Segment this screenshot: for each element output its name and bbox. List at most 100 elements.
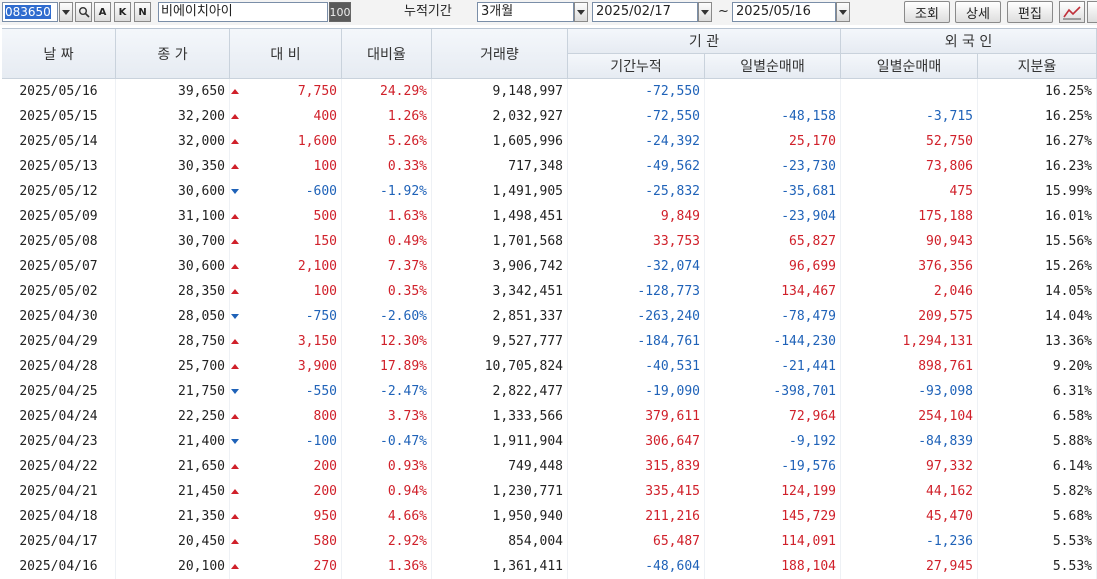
more-button[interactable]: [1087, 1, 1097, 23]
close-cell: 21,350: [116, 504, 230, 529]
rate-cell: 4.66%: [342, 504, 432, 529]
date-cell: 2025/05/02: [2, 279, 116, 304]
rate-cell: -2.60%: [342, 304, 432, 329]
foreign-net-cell: 1,294,131: [841, 329, 978, 354]
table-row[interactable]: 2025/04/28 25,700 3,900 17.89% 10,705,824 -40…: [2, 354, 1097, 379]
header-foreign-ownership[interactable]: 지분율: [978, 54, 1097, 79]
date-cell: 2025/05/15: [2, 104, 116, 129]
header-foreign-net[interactable]: 일별순매매: [841, 54, 978, 79]
table-row[interactable]: 2025/05/16 39,650 7,750 24.29% 9,148,997 -72,…: [2, 79, 1097, 104]
foreign-ownership-cell: 14.05%: [978, 279, 1097, 304]
end-date-input[interactable]: 2025/05/16: [732, 2, 836, 22]
quantity-button[interactable]: 100: [329, 2, 351, 22]
header-inst-net[interactable]: 일별순매매: [705, 54, 841, 79]
rate-cell: -0.47%: [342, 429, 432, 454]
table-row[interactable]: 2025/04/21 21,450 200 0.94% 1,230,771 335,415…: [2, 479, 1097, 504]
volume-cell: 1,230,771: [432, 479, 568, 504]
close-cell: 30,600: [116, 254, 230, 279]
n-button[interactable]: N: [134, 2, 151, 22]
table-row[interactable]: 2025/04/17 20,450 580 2.92% 854,004 65,487 114…: [2, 529, 1097, 554]
detail-button[interactable]: 상세: [955, 1, 1001, 23]
inst-net-cell: -144,230: [705, 329, 841, 354]
volume-cell: 1,950,940: [432, 504, 568, 529]
foreign-ownership-cell: 15.56%: [978, 229, 1097, 254]
query-button[interactable]: 조회: [904, 1, 950, 23]
stock-name-field[interactable]: 비에이치아이: [158, 2, 328, 22]
date-range-separator: ~: [718, 4, 729, 19]
date-cell: 2025/04/16: [2, 554, 116, 579]
table-row[interactable]: 2025/05/07 30,600 2,100 7.37% 3,906,742 -32,0…: [2, 254, 1097, 279]
inst-net-cell: -78,479: [705, 304, 841, 329]
k-button[interactable]: K: [114, 2, 131, 22]
period-dropdown-button[interactable]: [574, 2, 588, 22]
date-cell: 2025/04/22: [2, 454, 116, 479]
table-row[interactable]: 2025/05/09 31,100 500 1.63% 1,498,451 9,849 -2…: [2, 204, 1097, 229]
table-row[interactable]: 2025/04/22 21,650 200 0.93% 749,448 315,839 -1…: [2, 454, 1097, 479]
period-select[interactable]: 3개월: [477, 2, 574, 22]
table-row[interactable]: 2025/04/16 20,100 270 1.36% 1,361,411 -48,604…: [2, 554, 1097, 579]
rate-cell: 1.36%: [342, 554, 432, 579]
table-row[interactable]: 2025/05/02 28,350 100 0.35% 3,342,451 -128,77…: [2, 279, 1097, 304]
close-cell: 20,100: [116, 554, 230, 579]
inst-net-cell: -48,158: [705, 104, 841, 129]
foreign-net-cell: 97,332: [841, 454, 978, 479]
rate-cell: 0.33%: [342, 154, 432, 179]
foreign-net-cell: 254,104: [841, 404, 978, 429]
foreign-ownership-cell: 5.88%: [978, 429, 1097, 454]
inst-cumulative-cell: 306,647: [568, 429, 705, 454]
change-cell: 200: [230, 454, 342, 479]
table-row[interactable]: 2025/04/30 28,050 -750 -2.60% 2,851,337 -263,…: [2, 304, 1097, 329]
end-date-dropdown-button[interactable]: [836, 2, 850, 22]
header-close[interactable]: 종 가: [116, 29, 230, 79]
start-date-dropdown-button[interactable]: [698, 2, 712, 22]
foreign-net-cell: -84,839: [841, 429, 978, 454]
close-cell: 21,650: [116, 454, 230, 479]
table-row[interactable]: 2025/04/29 28,750 3,150 12.30% 9,527,777 -184…: [2, 329, 1097, 354]
start-date-input[interactable]: 2025/02/17: [592, 2, 698, 22]
foreign-ownership-cell: 16.23%: [978, 154, 1097, 179]
chart-button[interactable]: [1059, 1, 1085, 23]
table-row[interactable]: 2025/05/08 30,700 150 0.49% 1,701,568 33,753 6…: [2, 229, 1097, 254]
foreign-net-cell: 45,470: [841, 504, 978, 529]
line-chart-icon: [1063, 6, 1081, 20]
rate-cell: 0.49%: [342, 229, 432, 254]
volume-cell: 3,906,742: [432, 254, 568, 279]
rate-cell: 3.73%: [342, 404, 432, 429]
rate-cell: 2.92%: [342, 529, 432, 554]
close-cell: 31,100: [116, 204, 230, 229]
table-row[interactable]: 2025/04/18 21,350 950 4.66% 1,950,940 211,216…: [2, 504, 1097, 529]
foreign-net-cell: 73,806: [841, 154, 978, 179]
foreign-ownership-cell: 5.82%: [978, 479, 1097, 504]
inst-net-cell: 96,699: [705, 254, 841, 279]
header-rate[interactable]: 대비율: [342, 29, 432, 79]
date-cell: 2025/05/16: [2, 79, 116, 104]
table-row[interactable]: 2025/04/23 21,400 -100 -0.47% 1,911,904 306,6…: [2, 429, 1097, 454]
rate-cell: 0.93%: [342, 454, 432, 479]
table-row[interactable]: 2025/05/14 32,000 1,600 5.26% 1,605,996 -24,3…: [2, 129, 1097, 154]
table-row[interactable]: 2025/04/25 21,750 -550 -2.47% 2,822,477 -19,0…: [2, 379, 1097, 404]
search-button[interactable]: [75, 2, 92, 22]
volume-cell: 717,348: [432, 154, 568, 179]
foreign-net-cell: [841, 79, 978, 104]
table-row[interactable]: 2025/05/12 30,600 -600 -1.92% 1,491,905 -25,8…: [2, 179, 1097, 204]
stock-code-input[interactable]: 083650: [2, 2, 58, 22]
close-cell: 25,700: [116, 354, 230, 379]
inst-cumulative-cell: 335,415: [568, 479, 705, 504]
change-cell: 7,750: [230, 79, 342, 104]
table-row[interactable]: 2025/05/13 30,350 100 0.33% 717,348 -49,562 -2…: [2, 154, 1097, 179]
foreign-net-cell: 90,943: [841, 229, 978, 254]
code-dropdown-button[interactable]: [59, 2, 73, 22]
change-cell: 150: [230, 229, 342, 254]
edit-button[interactable]: 편집: [1007, 1, 1053, 23]
header-inst-cumulative[interactable]: 기간누적: [568, 54, 705, 79]
foreign-net-cell: 209,575: [841, 304, 978, 329]
date-cell: 2025/04/30: [2, 304, 116, 329]
table-row[interactable]: 2025/04/24 22,250 800 3.73% 1,333,566 379,611…: [2, 404, 1097, 429]
a-button[interactable]: A: [94, 2, 111, 22]
close-cell: 20,450: [116, 529, 230, 554]
header-volume[interactable]: 거래량: [432, 29, 568, 79]
table-row[interactable]: 2025/05/15 32,200 400 1.26% 2,032,927 -72,550…: [2, 104, 1097, 129]
foreign-ownership-cell: 6.31%: [978, 379, 1097, 404]
header-change[interactable]: 대 비: [230, 29, 342, 79]
header-date[interactable]: 날 짜: [2, 29, 116, 79]
